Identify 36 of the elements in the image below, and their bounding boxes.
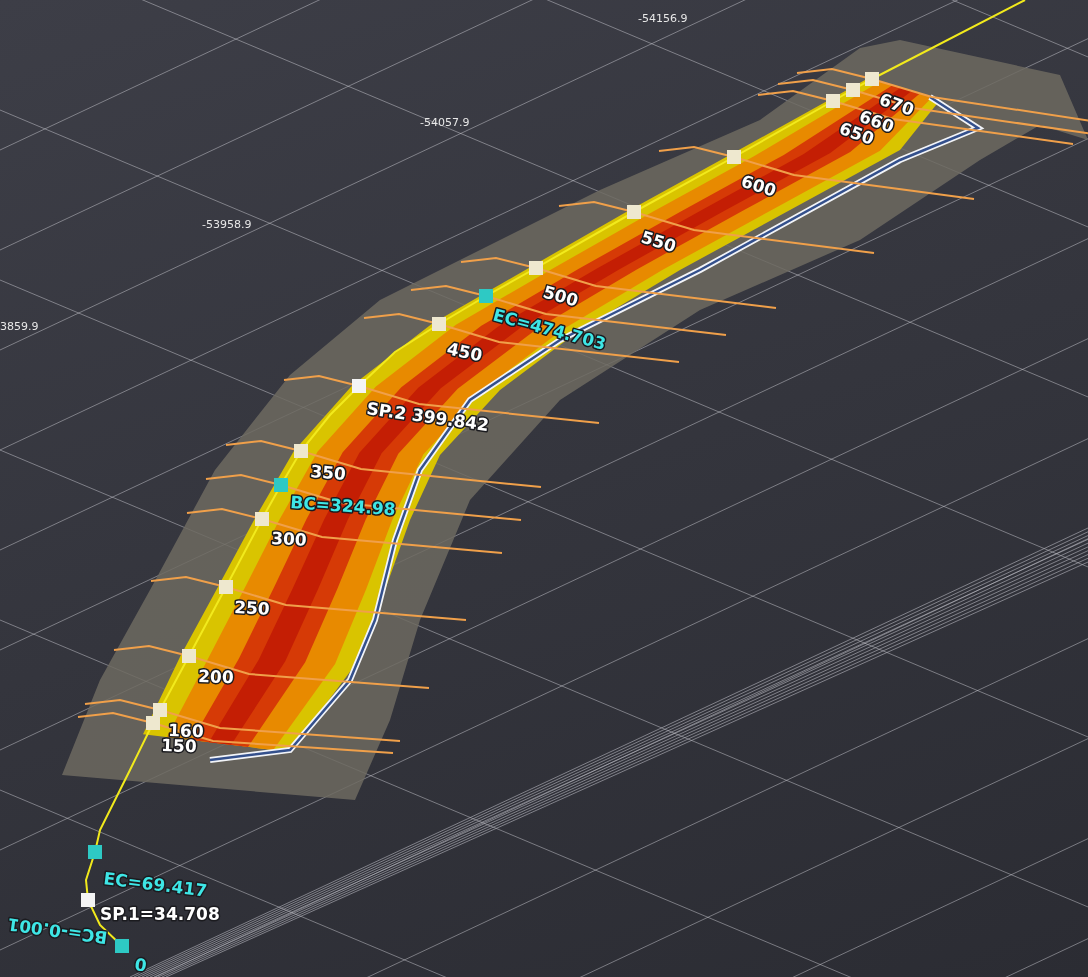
station-marker[interactable] [479,289,493,303]
station-marker[interactable] [115,939,129,953]
station-label: EC=69.417 [102,868,209,901]
station-label: 300 [270,528,308,550]
station-label: 600 [738,170,779,201]
station-label: 550 [638,226,679,257]
station-marker[interactable] [826,94,840,108]
station-marker[interactable] [146,716,160,730]
coordinate-label: -54057.9 [420,116,470,129]
station-marker[interactable] [81,893,95,907]
station-label: 200 [197,666,235,688]
station-marker[interactable] [182,649,196,663]
station-marker[interactable] [294,444,308,458]
station-marker[interactable] [727,150,741,164]
coordinate-label: -54156.9 [638,12,688,25]
station-marker[interactable] [255,512,269,526]
station-marker[interactable] [274,478,288,492]
station-marker[interactable] [432,317,446,331]
station-marker[interactable] [627,205,641,219]
coordinate-label: 3859.9 [0,320,39,333]
station-marker[interactable] [529,261,543,275]
station-label: 450 [445,338,485,366]
station-marker[interactable] [352,379,366,393]
station-label: 500 [540,281,581,311]
station-marker[interactable] [88,845,102,859]
station-label: BC=324.98 [289,492,397,520]
station-label: 350 [309,461,347,485]
station-marker[interactable] [865,72,879,86]
station-marker[interactable] [846,83,860,97]
station-label: SP.2 399.842 [365,398,491,436]
station-marker[interactable] [153,703,167,717]
station-label: 250 [233,597,271,619]
station-marker[interactable] [219,580,233,594]
coordinate-label: -53958.9 [202,218,252,231]
station-label: SP.1=34.708 [100,904,220,924]
station-label: 0 [133,954,148,976]
